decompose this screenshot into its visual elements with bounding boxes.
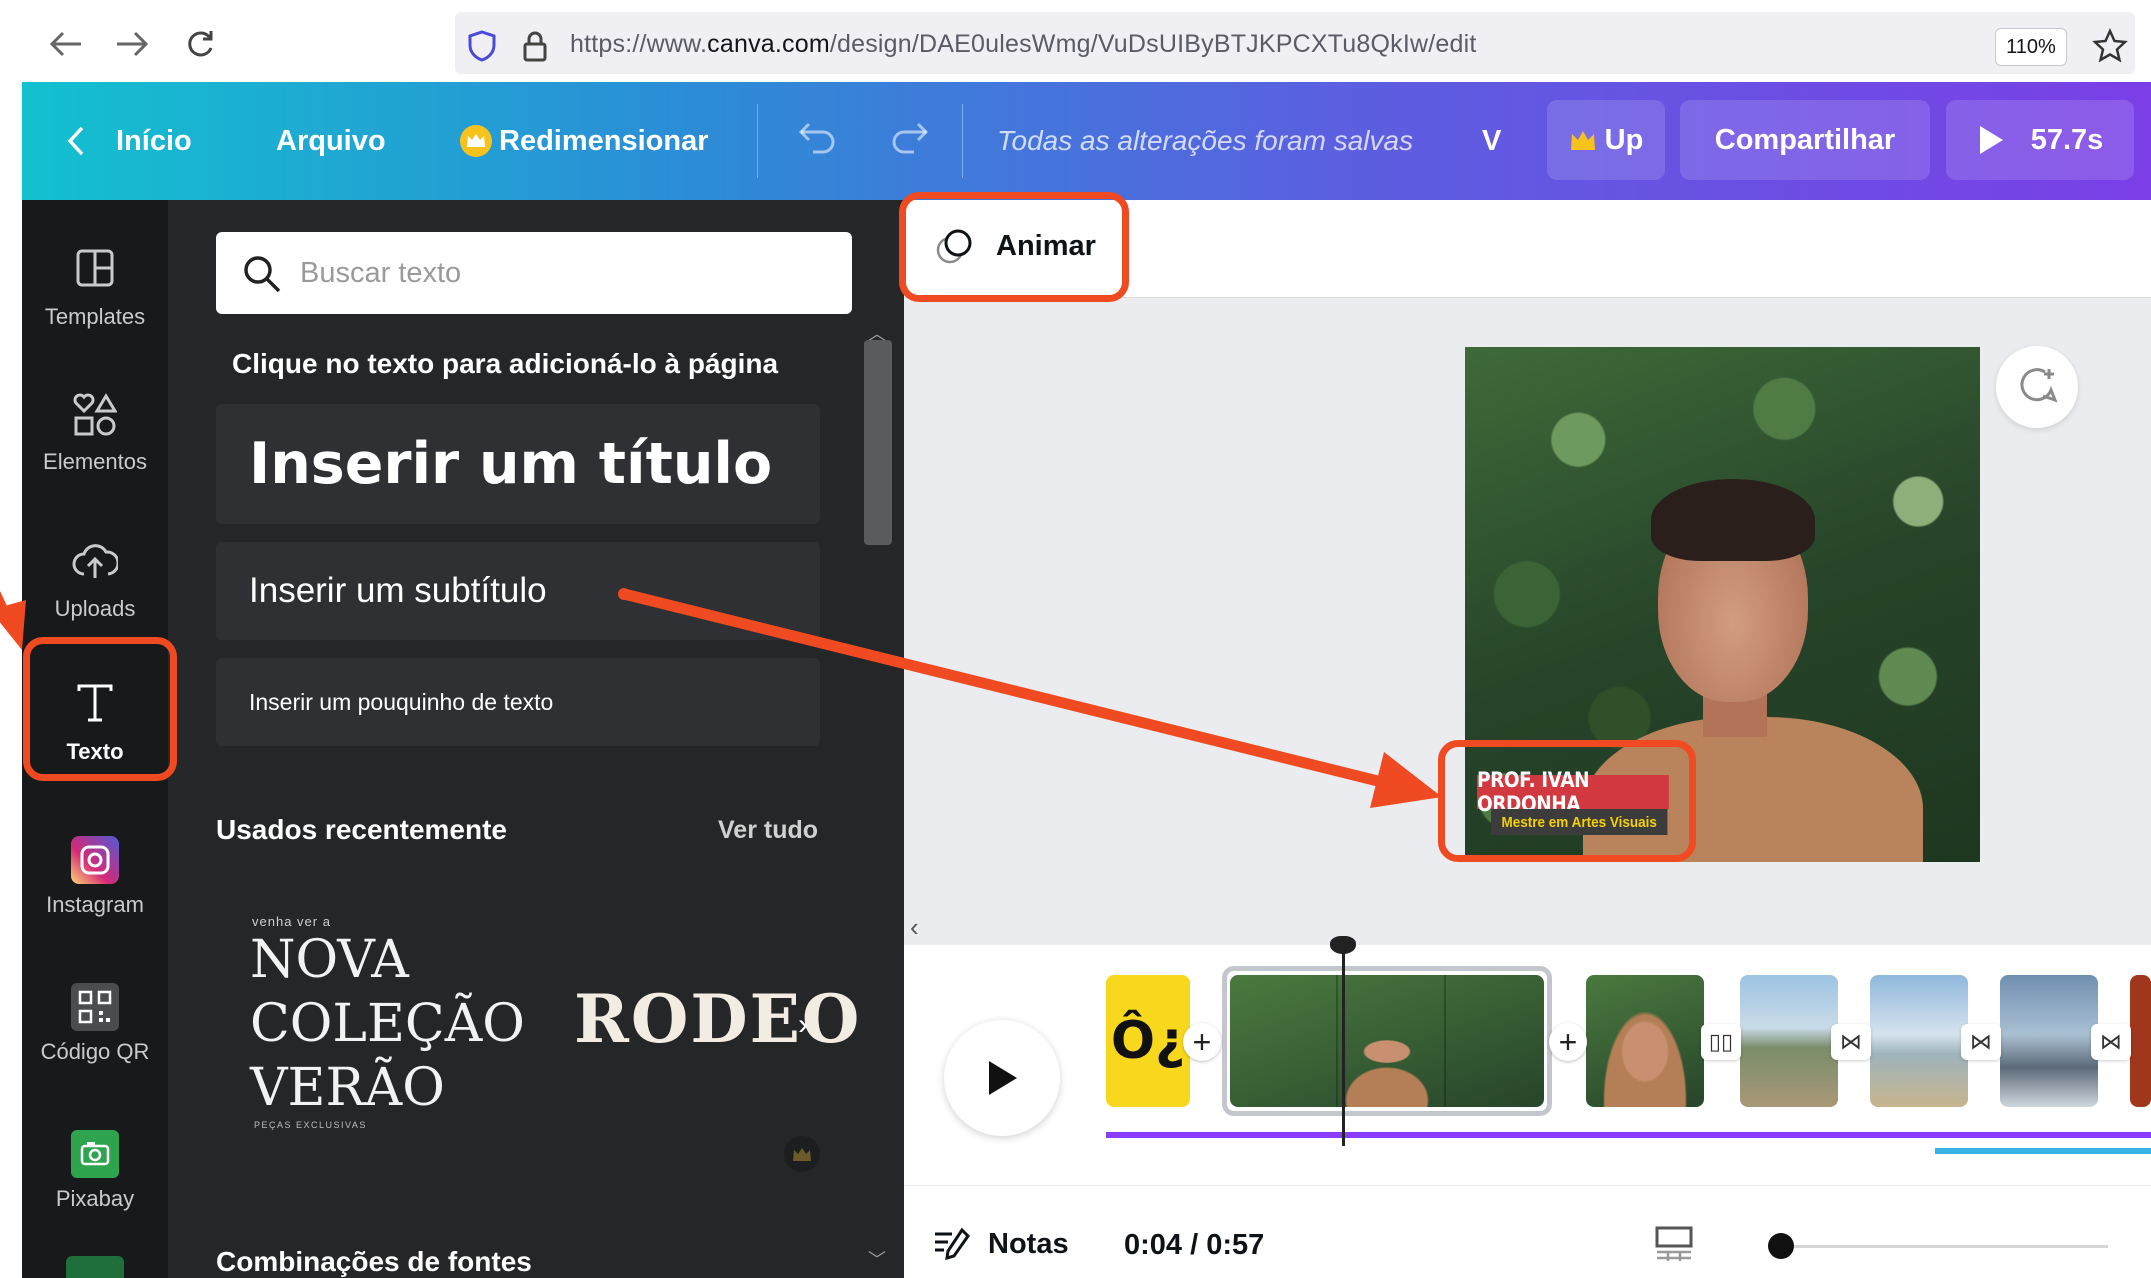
annotation-arrows <box>0 588 1442 808</box>
annotation-arrow-head <box>1370 752 1442 808</box>
annotation-arrow-head <box>0 600 26 650</box>
annotation-arrow-to-video <box>622 588 1400 792</box>
annotation-arrow-tail <box>618 588 630 600</box>
